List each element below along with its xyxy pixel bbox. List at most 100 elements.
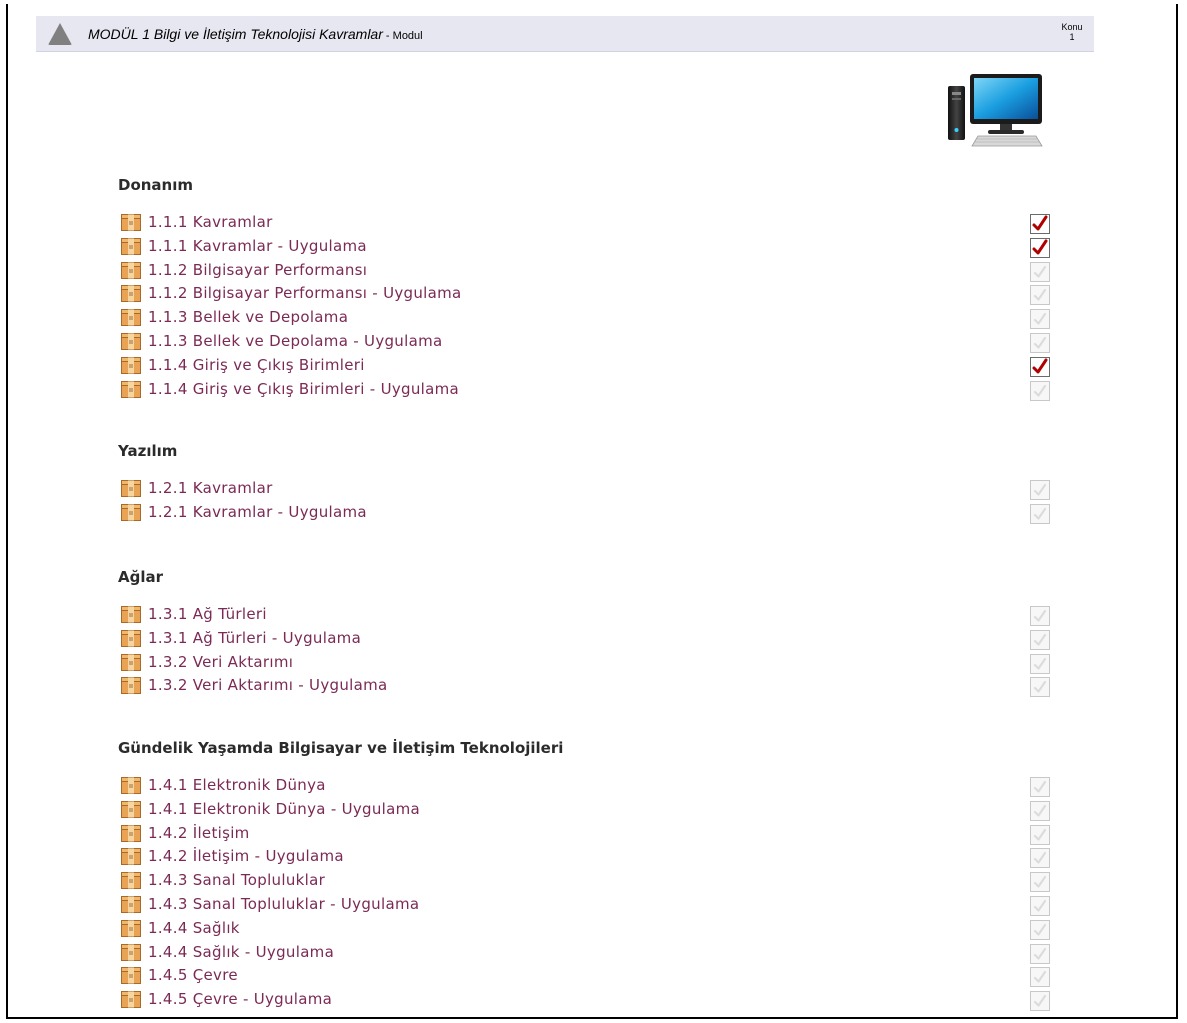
topic-item[interactable]: 1.3.1 Ağ Türleri — [118, 604, 1050, 627]
unchecked-checkbox-icon — [1030, 920, 1050, 940]
package-icon — [121, 677, 141, 694]
unchecked-checkbox-icon — [1030, 872, 1050, 892]
package-icon — [121, 357, 141, 374]
topic-link[interactable]: 1.4.5 Çevre — [148, 966, 238, 984]
section-title: Gündelik Yaşamda Bilgisayar ve İletişim … — [118, 739, 564, 757]
unchecked-checkbox-icon — [1030, 801, 1050, 821]
topic-item[interactable]: 1.1.1 Kavramlar - Uygulama — [118, 236, 1050, 259]
topic-link[interactable]: 1.2.1 Kavramlar - Uygulama — [148, 503, 367, 521]
topic-item[interactable]: 1.1.1 Kavramlar — [118, 212, 1050, 235]
unchecked-checkbox-icon — [1030, 309, 1050, 329]
unchecked-checkbox-icon — [1030, 285, 1050, 305]
package-icon — [121, 285, 141, 302]
topic-item[interactable]: 1.2.1 Kavramlar — [118, 478, 1050, 501]
package-icon — [121, 504, 141, 521]
package-icon — [121, 944, 141, 961]
package-icon — [121, 262, 141, 279]
topic-item[interactable]: 1.4.5 Çevre — [118, 965, 1050, 988]
konu-value: 1 — [1069, 32, 1075, 42]
topic-item[interactable]: 1.1.3 Bellek ve Depolama - Uygulama — [118, 331, 1050, 354]
unchecked-checkbox-icon — [1030, 825, 1050, 845]
unchecked-checkbox-icon — [1030, 262, 1050, 282]
topic-item[interactable]: 1.3.1 Ağ Türleri - Uygulama — [118, 628, 1050, 651]
package-icon — [121, 630, 141, 647]
topic-link[interactable]: 1.1.2 Bilgisayar Performansı - Uygulama — [148, 284, 462, 302]
topic-link[interactable]: 1.4.1 Elektronik Dünya — [148, 776, 326, 794]
topic-item[interactable]: 1.4.3 Sanal Topluluklar — [118, 870, 1050, 893]
section-title: Ağlar — [118, 568, 164, 586]
topic-link[interactable]: 1.1.3 Bellek ve Depolama - Uygulama — [148, 332, 442, 350]
package-icon — [121, 238, 141, 255]
topic-item[interactable]: 1.1.2 Bilgisayar Performansı - Uygulama — [118, 283, 1050, 306]
package-icon — [121, 801, 141, 818]
package-icon — [121, 777, 141, 794]
topic-item[interactable]: 1.4.1 Elektronik Dünya — [118, 775, 1050, 798]
topic-link[interactable]: 1.1.4 Giriş ve Çıkış Birimleri — [148, 356, 365, 374]
package-icon — [121, 872, 141, 889]
package-icon — [121, 896, 141, 913]
topic-link[interactable]: 1.4.3 Sanal Topluluklar - Uygulama — [148, 895, 419, 913]
topic-item[interactable]: 1.4.4 Sağlık - Uygulama — [118, 942, 1050, 965]
triangle-icon[interactable] — [48, 23, 72, 45]
topic-link[interactable]: 1.4.2 İletişim - Uygulama — [148, 847, 344, 865]
package-icon — [121, 920, 141, 937]
topic-item[interactable]: 1.1.4 Giriş ve Çıkış Birimleri - Uygulam… — [118, 379, 1050, 402]
topic-link[interactable]: 1.1.4 Giriş ve Çıkış Birimleri - Uygulam… — [148, 380, 459, 398]
topic-item[interactable]: 1.3.2 Veri Aktarımı — [118, 652, 1050, 675]
topic-link[interactable]: 1.3.2 Veri Aktarımı - Uygulama — [148, 676, 388, 694]
unchecked-checkbox-icon — [1030, 944, 1050, 964]
topic-link[interactable]: 1.4.5 Çevre - Uygulama — [148, 990, 332, 1008]
unchecked-checkbox-icon — [1030, 677, 1050, 697]
topic-item[interactable]: 1.4.4 Sağlık — [118, 918, 1050, 941]
module-title-text: MODÜL 1 Bilgi ve İletişim Teknolojisi Ka… — [88, 26, 383, 42]
topic-item[interactable]: 1.1.2 Bilgisayar Performansı — [118, 260, 1050, 283]
package-icon — [121, 333, 141, 350]
package-icon — [121, 381, 141, 398]
package-icon — [121, 654, 141, 671]
topic-link[interactable]: 1.2.1 Kavramlar — [148, 479, 273, 497]
unchecked-checkbox-icon — [1030, 606, 1050, 626]
konu-indicator: Konu 1 — [1060, 22, 1084, 42]
unchecked-checkbox-icon — [1030, 333, 1050, 353]
topic-link[interactable]: 1.1.1 Kavramlar - Uygulama — [148, 237, 367, 255]
module-header: MODÜL 1 Bilgi ve İletişim Teknolojisi Ka… — [36, 16, 1094, 52]
package-icon — [121, 606, 141, 623]
section-title: Donanım — [118, 176, 194, 194]
topic-link[interactable]: 1.3.2 Veri Aktarımı — [148, 653, 293, 671]
topic-link[interactable]: 1.1.1 Kavramlar — [148, 213, 273, 231]
topic-link[interactable]: 1.4.4 Sağlık — [148, 919, 240, 937]
topic-link[interactable]: 1.4.3 Sanal Topluluklar — [148, 871, 325, 889]
topic-item[interactable]: 1.4.1 Elektronik Dünya - Uygulama — [118, 799, 1050, 822]
topic-item[interactable]: 1.4.2 İletişim — [118, 823, 1050, 846]
topic-item[interactable]: 1.4.3 Sanal Topluluklar - Uygulama — [118, 894, 1050, 917]
topic-link[interactable]: 1.3.1 Ağ Türleri — [148, 605, 267, 623]
topic-link[interactable]: 1.4.2 İletişim — [148, 824, 250, 842]
page-frame: MODÜL 1 Bilgi ve İletişim Teknolojisi Ka… — [6, 4, 1178, 1019]
topic-item[interactable]: 1.2.1 Kavramlar - Uygulama — [118, 502, 1050, 525]
unchecked-checkbox-icon — [1030, 381, 1050, 401]
unchecked-checkbox-icon — [1030, 504, 1050, 524]
package-icon — [121, 848, 141, 865]
package-icon — [121, 967, 141, 984]
topic-link[interactable]: 1.3.1 Ağ Türleri - Uygulama — [148, 629, 361, 647]
topic-link[interactable]: 1.1.3 Bellek ve Depolama — [148, 308, 348, 326]
topic-item[interactable]: 1.1.4 Giriş ve Çıkış Birimleri — [118, 355, 1050, 378]
module-title: MODÜL 1 Bilgi ve İletişim Teknolojisi Ka… — [88, 26, 423, 42]
topic-item[interactable]: 1.4.5 Çevre - Uygulama — [118, 989, 1050, 1012]
package-icon — [121, 480, 141, 497]
unchecked-checkbox-icon — [1030, 848, 1050, 868]
unchecked-checkbox-icon — [1030, 480, 1050, 500]
package-icon — [121, 214, 141, 231]
package-icon — [121, 991, 141, 1008]
section-title: Yazılım — [118, 442, 178, 460]
unchecked-checkbox-icon — [1030, 630, 1050, 650]
unchecked-checkbox-icon — [1030, 654, 1050, 674]
topic-item[interactable]: 1.4.2 İletişim - Uygulama — [118, 846, 1050, 869]
checked-checkbox-icon — [1030, 238, 1050, 258]
topic-link[interactable]: 1.4.1 Elektronik Dünya - Uygulama — [148, 800, 420, 818]
topic-item[interactable]: 1.1.3 Bellek ve Depolama — [118, 307, 1050, 330]
topic-link[interactable]: 1.4.4 Sağlık - Uygulama — [148, 943, 334, 961]
package-icon — [121, 825, 141, 842]
topic-item[interactable]: 1.3.2 Veri Aktarımı - Uygulama — [118, 675, 1050, 698]
topic-link[interactable]: 1.1.2 Bilgisayar Performansı — [148, 261, 367, 279]
